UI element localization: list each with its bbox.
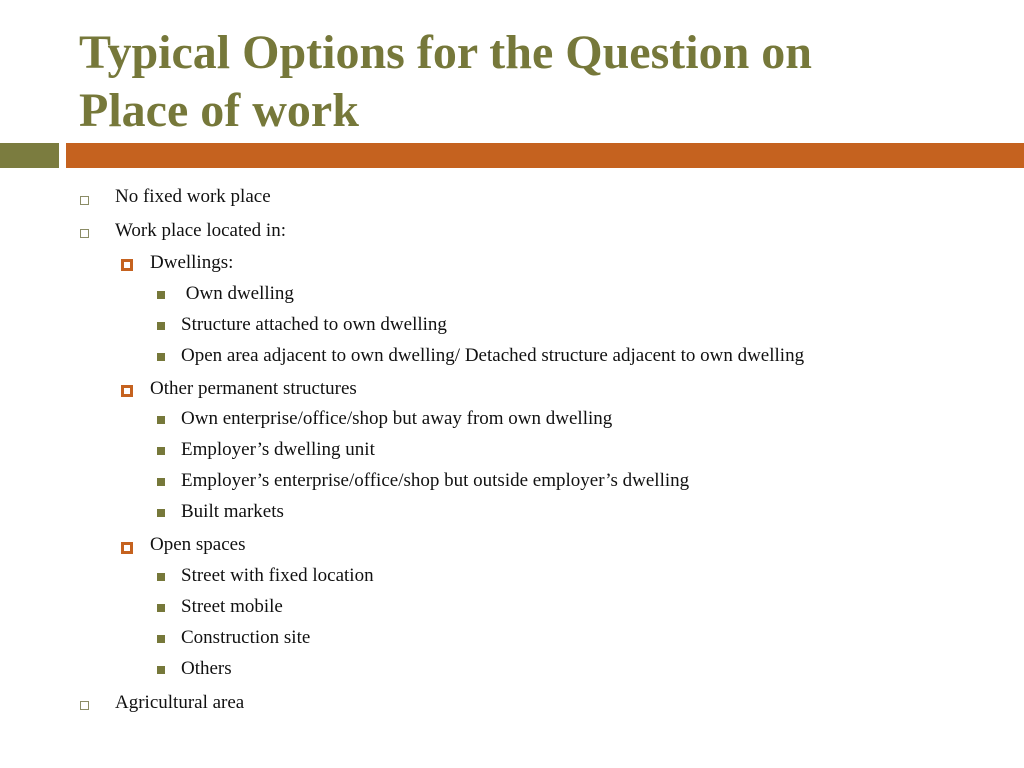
filled-square-bullet-icon: [157, 291, 165, 299]
list-item-level-2: Other permanent structures: [150, 378, 357, 399]
list-item-level-3: Structure attached to own dwelling: [181, 314, 447, 335]
framed-square-bullet-icon: [121, 259, 133, 271]
list-item-level-3: Open area adjacent to own dwelling/ Deta…: [181, 345, 805, 366]
hollow-square-bullet-icon: [80, 229, 89, 238]
accent-bar-green: [0, 143, 59, 168]
filled-square-bullet-icon: [157, 509, 165, 517]
list-item-level-1: Agricultural area: [115, 692, 245, 713]
slide-title: Typical Options for the Question on Plac…: [79, 24, 979, 140]
list-item-level-2: Dwellings:: [150, 252, 234, 273]
list-item-level-3: Own dwelling: [181, 283, 294, 304]
list-item-level-3: Built markets: [181, 501, 284, 522]
list-item-level-2: Open spaces: [150, 534, 246, 555]
filled-square-bullet-icon: [157, 604, 165, 612]
filled-square-bullet-icon: [157, 666, 165, 674]
filled-square-bullet-icon: [157, 322, 165, 330]
list-item-level-3: Employer’s enterprise/office/shop but ou…: [181, 470, 690, 491]
hollow-square-bullet-icon: [80, 701, 89, 710]
slide-title-line-2: Place of work: [79, 84, 359, 137]
filled-square-bullet-icon: [157, 416, 165, 424]
list-item-level-1: No fixed work place: [115, 186, 271, 207]
list-item-level-3: Street mobile: [181, 596, 283, 617]
list-item-level-3: Construction site: [181, 627, 311, 648]
accent-bar-orange: [66, 143, 1024, 168]
list-item-level-3: Own enterprise/office/shop but away from…: [181, 408, 613, 429]
list-item-level-1: Work place located in:: [115, 220, 286, 241]
slide-title-line-1: Typical Options for the Question on: [79, 26, 812, 79]
filled-square-bullet-icon: [157, 573, 165, 581]
framed-square-bullet-icon: [121, 542, 133, 554]
list-item-level-3: Employer’s dwelling unit: [181, 439, 375, 460]
list-item-level-3: Others: [181, 658, 232, 679]
filled-square-bullet-icon: [157, 478, 165, 486]
filled-square-bullet-icon: [157, 447, 165, 455]
list-item-level-3: Street with fixed location: [181, 565, 374, 586]
hollow-square-bullet-icon: [80, 196, 89, 205]
filled-square-bullet-icon: [157, 635, 165, 643]
framed-square-bullet-icon: [121, 385, 133, 397]
filled-square-bullet-icon: [157, 353, 165, 361]
